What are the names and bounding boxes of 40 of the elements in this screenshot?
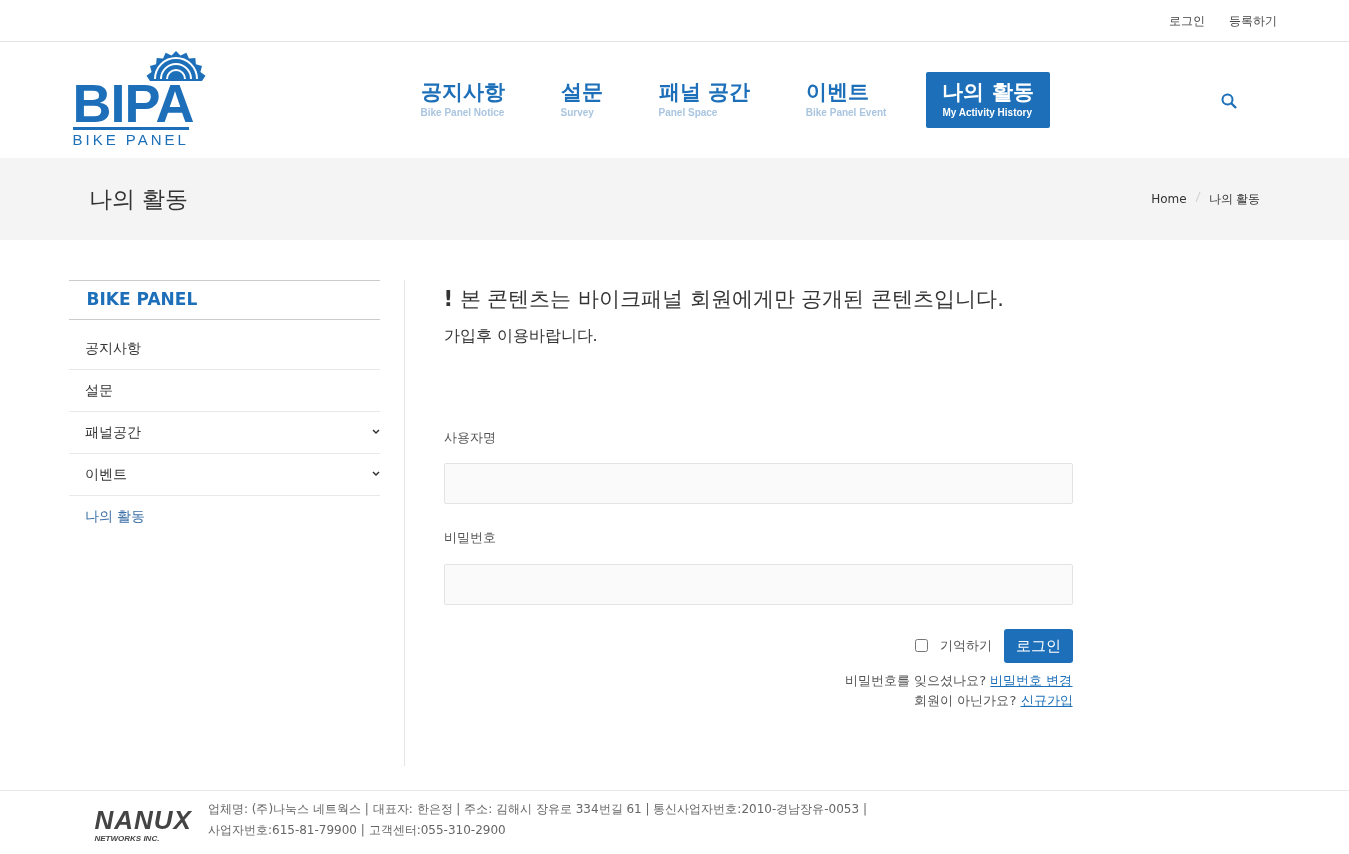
top-link[interactable]: 등록하기	[1228, 11, 1277, 30]
logo-wordmark: BIPA	[72, 81, 194, 128]
input-field[interactable]	[443, 563, 1073, 605]
nav-tab[interactable]: 공지사항 Bike Panel Notice	[404, 71, 521, 129]
sidebar-title: BIKE PANEL	[68, 280, 380, 320]
footer-logo: NANUX	[94, 807, 192, 833]
sidebar-item[interactable]: 패널공간	[68, 411, 380, 454]
notice-subline: 가입후 이용바랍니다.	[443, 324, 599, 347]
help-text: 비밀번호를 잊으셨나요? 비밀번호 변경	[844, 672, 1073, 690]
footer-logo-subtitle: NETWORKS INC.	[94, 833, 161, 845]
help-text: 회원이 아닌가요? 신규가입	[913, 691, 1073, 710]
sidebar-item[interactable]: 나의 활동	[68, 495, 380, 538]
chevron-down-icon	[371, 429, 380, 435]
sidebar-item[interactable]: 이벤트	[68, 453, 380, 496]
field-label: 비밀번호	[443, 529, 497, 547]
nav-tab[interactable]: 설문 Survey	[544, 71, 619, 129]
remember-checkbox[interactable]	[914, 639, 928, 653]
input-field[interactable]	[443, 463, 1073, 504]
nav-tab[interactable]: 이벤트 Bike Panel Event	[789, 71, 903, 129]
breadcrumb-separator-icon	[1194, 190, 1201, 204]
gear-icon	[144, 51, 207, 82]
top-link[interactable]: 로그인	[1168, 11, 1205, 30]
nav-tab[interactable]: 패널 공간 Panel Space	[642, 71, 766, 129]
breadcrumb-item: 나의 활동	[1208, 191, 1261, 208]
notice-headline: ! 본 콘텐츠는 바이크패널 회원에게만 공개된 콘텐츠입니다.	[443, 286, 1005, 313]
field-label: 사용자명	[443, 428, 497, 447]
chevron-down-icon	[371, 471, 380, 477]
footer-text: 업체명: (주)나눅스 네트웍스 | 대표자: 한은정 | 주소: 김해시 장유로 334번길 61 | 통신사업자번호:2010-경남장유-0053 |	[207, 801, 867, 818]
sidebar-item[interactable]: 설문	[68, 369, 380, 412]
logo-subtitle: BIKE PANEL	[72, 127, 189, 149]
help-link[interactable]: 비밀번호 변경	[990, 673, 1073, 688]
sidebar-item[interactable]: 공지사항	[68, 327, 380, 370]
remember-label: 기억하기	[939, 637, 992, 655]
nav-tab[interactable]: 나의 활동 My Activity History	[926, 71, 1050, 129]
login-button[interactable]: 로그인	[1003, 628, 1073, 663]
help-link[interactable]: 신규가입	[1020, 692, 1073, 708]
breadcrumb-item[interactable]: Home	[1151, 190, 1187, 208]
page-title: 나의 활동	[88, 184, 188, 214]
footer-text: 사업자번호:615-81-79900 | 고객센터:055-310-2900	[207, 822, 507, 839]
search-icon[interactable]	[1220, 92, 1237, 109]
